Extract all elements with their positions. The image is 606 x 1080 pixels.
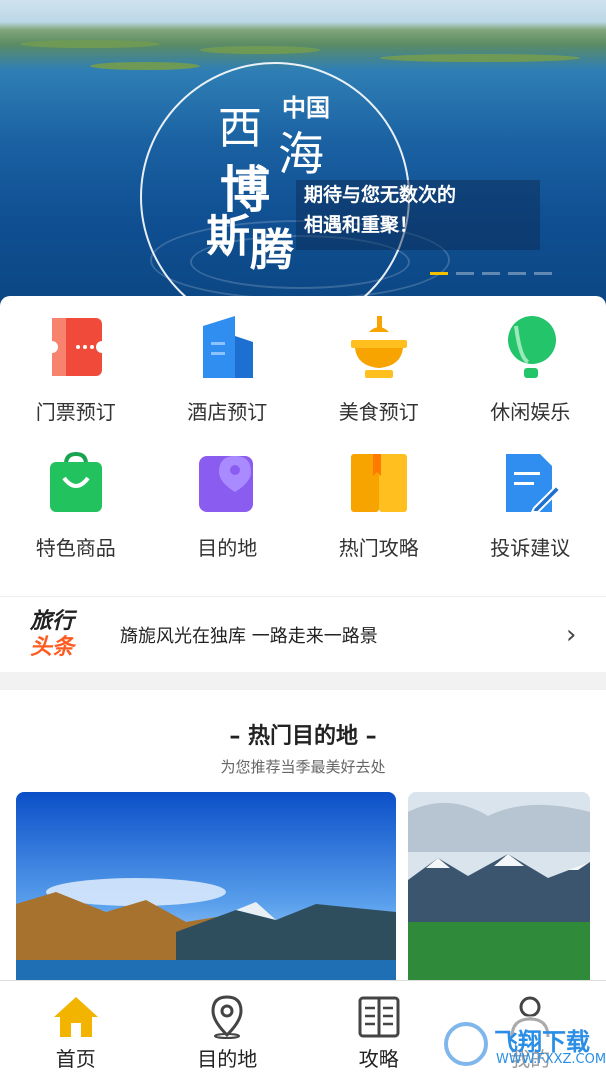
destination-photo <box>408 792 590 980</box>
category-label: 目的地 <box>197 536 258 560</box>
category-card: 门票预订 酒店预订 美食预订 休闲娱乐 特色商品 目的地 热门攻略 投诉建议 <box>0 296 606 596</box>
category-label: 门票预订 <box>35 400 116 424</box>
tab-destination[interactable]: 目的地 <box>152 981 304 1080</box>
category-leisure[interactable]: 休闲娱乐 <box>455 314 606 450</box>
banner-scenery <box>20 40 160 48</box>
carousel-indicator[interactable] <box>430 272 552 275</box>
watermark-url: WWW.FXXZ.COM <box>496 1052 606 1067</box>
category-hotel[interactable]: 酒店预订 <box>152 314 304 450</box>
category-tickets[interactable]: 门票预订 <box>0 314 152 450</box>
banner-slogan: 期待与您无数次的 相遇和重聚！ <box>296 180 540 250</box>
logo-line: 旅行 <box>30 608 75 634</box>
banner-scenery <box>90 62 200 70</box>
category-specialty-goods[interactable]: 特色商品 <box>0 450 152 586</box>
category-label: 热门攻略 <box>338 536 419 560</box>
destination-photo <box>16 792 396 980</box>
banner-title-char: 斯 <box>206 211 250 262</box>
category-label: 投诉建议 <box>490 536 571 560</box>
hot-destinations-section: – 热门目的地 – 为您推荐当季最美好去处 <box>0 690 606 980</box>
category-food[interactable]: 美食预订 <box>303 314 455 450</box>
category-feedback[interactable]: 投诉建议 <box>455 450 606 586</box>
edit-document-icon <box>498 450 562 516</box>
travel-headline-bar[interactable]: 旅行 头条 旖旎风光在独库 一路走来一路景 › <box>0 596 606 672</box>
logo-line: 头条 <box>30 634 75 660</box>
banner-title-char: 腾 <box>250 225 294 276</box>
category-label: 酒店预订 <box>187 400 268 424</box>
tab-home[interactable]: 首页 <box>0 981 152 1080</box>
headline-text[interactable]: 旖旎风光在独库 一路走来一路景 <box>110 622 566 648</box>
category-grid: 门票预订 酒店预订 美食预订 休闲娱乐 特色商品 目的地 热门攻略 投诉建议 <box>0 296 606 586</box>
hotel-icon <box>195 314 259 380</box>
chevron-right-icon[interactable]: › <box>566 620 606 650</box>
watermark-logo-icon <box>444 1022 488 1066</box>
carousel-dot[interactable] <box>482 272 500 275</box>
category-guides[interactable]: 热门攻略 <box>303 450 455 586</box>
ticket-icon <box>44 314 108 380</box>
travel-headline-logo: 旅行 头条 <box>0 609 110 661</box>
tab-label: 目的地 <box>197 1047 258 1071</box>
section-title: – 热门目的地 – <box>229 724 377 749</box>
destination-card[interactable] <box>16 792 396 980</box>
carousel-dot[interactable] <box>430 272 448 275</box>
guide-book-icon <box>358 996 400 1038</box>
category-label: 特色商品 <box>35 536 116 560</box>
category-label: 休闲娱乐 <box>490 400 571 424</box>
banner-slogan-line: 相遇和重聚！ <box>304 214 419 236</box>
destination-card[interactable] <box>408 792 590 980</box>
tab-label: 首页 <box>55 1047 96 1071</box>
map-pin-icon <box>195 450 259 516</box>
home-icon <box>53 997 98 1037</box>
section-subtitle: 为您推荐当季最美好去处 <box>220 758 386 776</box>
banner-slogan-line: 期待与您无数次的 <box>304 184 457 206</box>
category-destination[interactable]: 目的地 <box>152 450 304 586</box>
site-watermark: 飞翔下载 WWW.FXXZ.COM <box>440 1016 606 1074</box>
banner-title-char: 西 <box>218 103 262 154</box>
banner-scenery <box>200 46 320 54</box>
balloon-icon <box>498 314 562 380</box>
tab-label: 攻略 <box>358 1047 399 1071</box>
tab-guides[interactable]: 攻略 <box>303 981 455 1080</box>
carousel-dot[interactable] <box>534 272 552 275</box>
banner-scenery <box>380 54 580 62</box>
hero-banner[interactable]: 西 中国 海 博 斯 腾 期待与您无数次的 相遇和重聚！ <box>0 0 606 330</box>
carousel-dot[interactable] <box>456 272 474 275</box>
location-pin-icon <box>211 995 243 1039</box>
category-label: 美食预订 <box>338 400 419 424</box>
hotpot-icon <box>347 314 411 380</box>
banner-title-char: 海 <box>278 127 324 181</box>
carousel-dot[interactable] <box>508 272 526 275</box>
shopping-bag-icon <box>44 450 108 516</box>
book-icon <box>347 450 411 516</box>
